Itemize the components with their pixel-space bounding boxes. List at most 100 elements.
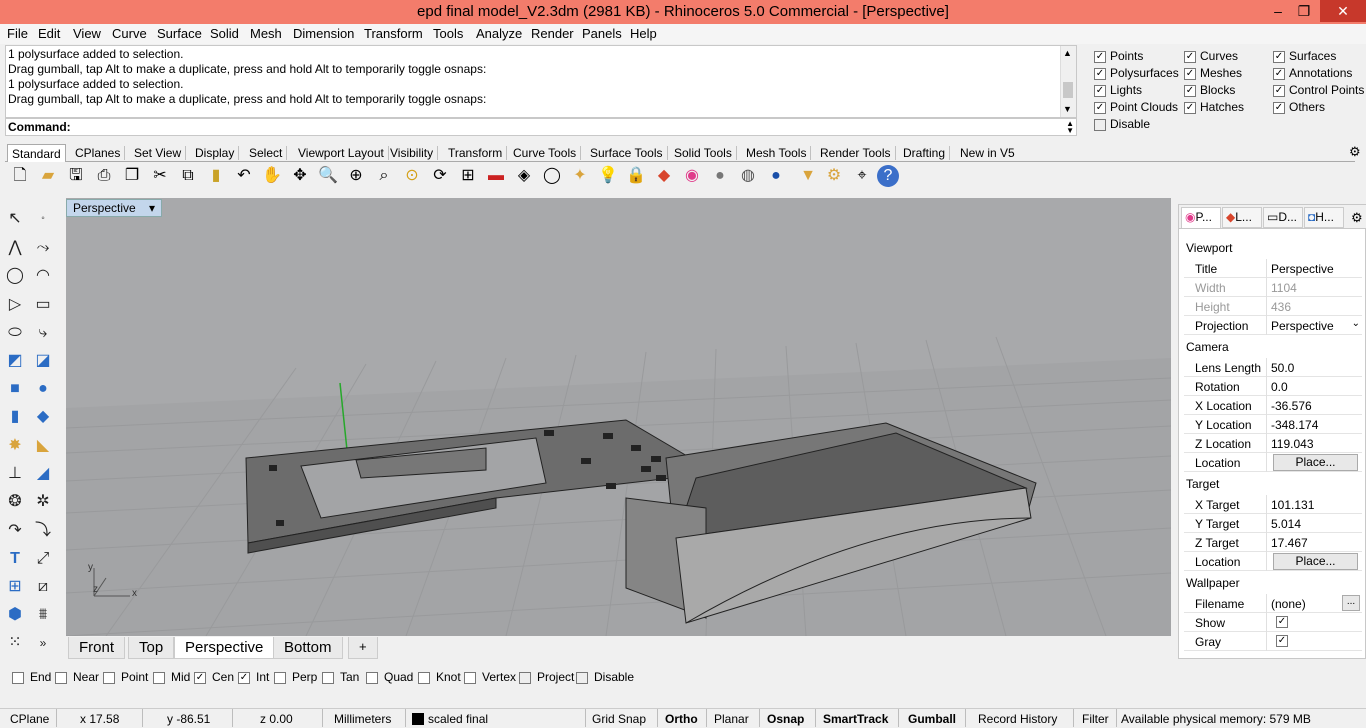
checkbox-icon[interactable] [322,671,334,684]
checkbox-icon[interactable] [576,671,588,684]
tab-perspective[interactable]: Perspective [174,637,275,659]
help-icon[interactable]: ? [877,165,899,187]
fillet-icon[interactable]: ⤷ [31,321,55,345]
tab-select[interactable]: Select [245,146,288,160]
sphere-shaded-icon[interactable]: ◍ [737,165,759,187]
tab-set-view[interactable]: Set View [130,146,187,160]
command-line[interactable]: Command: ▲ ▼ [5,118,1077,136]
menu-view[interactable]: View [73,26,101,41]
ortho-toggle[interactable]: Ortho [665,712,698,726]
copy-icon[interactable]: ⧉ [177,165,199,187]
lock-icon[interactable]: 🔒 [625,165,647,187]
zoom-icon[interactable]: 🔍 [317,165,339,187]
text-icon[interactable]: T [3,547,27,571]
menu-panels[interactable]: Panels [582,26,622,41]
tab-display[interactable]: ▭D... [1263,207,1303,228]
rectangle-icon[interactable]: ▷ [3,293,27,317]
osnap-int[interactable]: ✓ Int [238,670,269,684]
osnap-icon[interactable]: ▼ [797,165,819,187]
prop-value[interactable]: 17.467 [1271,536,1308,550]
tab-properties[interactable]: ◉P... [1181,207,1221,228]
boolean-icon[interactable]: ❂ [3,490,27,514]
planar-toggle[interactable]: Planar [714,712,749,726]
osnap-disable[interactable]: Disable [576,670,634,684]
browse-button[interactable]: ... [1342,595,1360,611]
osnap-end[interactable]: End [12,670,51,684]
gumball-icon[interactable]: ⌖ [851,165,873,187]
viewport-menu-icon[interactable]: ▾ [149,201,155,215]
prop-value[interactable]: 119.043 [1271,437,1314,451]
tab-mesh-tools[interactable]: Mesh Tools [742,146,812,160]
block-icon[interactable]: ⬢ [3,603,27,627]
status-cplane[interactable]: CPlane [10,712,49,726]
perspective-viewport[interactable]: y x z [66,198,1171,636]
tab-new-in-v5[interactable]: New in V5 [956,146,1019,160]
checkbox-icon[interactable]: ✓ [238,671,250,684]
osnap-cen[interactable]: ✓ Cen [194,670,234,684]
filter-blocks[interactable]: ✓ Blocks [1184,83,1235,97]
filter-points[interactable]: ✓ Points [1094,49,1143,63]
filter-curves[interactable]: ✓ Curves [1184,49,1238,63]
checkbox-icon[interactable] [274,671,286,684]
filter-point-clouds[interactable]: ✓ Point Clouds [1094,100,1178,114]
checkbox-icon[interactable]: ✓ [194,671,206,684]
osnap-vertex[interactable]: Vertex [464,670,516,684]
prop-value[interactable]: -348.174 [1271,418,1318,432]
hatch-icon[interactable]: ⩩ [31,603,55,627]
zoom-selected-icon[interactable]: ⊙ [401,165,423,187]
target-place-button[interactable]: Place... [1273,553,1358,570]
filter-meshes[interactable]: ✓ Meshes [1184,66,1242,80]
tab-bottom[interactable]: Bottom [273,637,343,659]
pan-icon[interactable]: ✋ [261,165,283,187]
rotate-view-icon[interactable]: ⟳ [429,165,451,187]
tab-top[interactable]: Top [128,637,175,659]
projection-select[interactable]: Perspective [1271,319,1334,333]
osnap-tan[interactable]: Tan [322,670,359,684]
osnap-point[interactable]: Point [103,670,148,684]
undo-icon[interactable]: ↶ [233,165,255,187]
minimize-button[interactable]: – [1264,0,1292,22]
filter-lights[interactable]: ✓ Lights [1094,83,1142,97]
checkbox-icon[interactable]: ✓ [1273,101,1285,114]
osnap-knot[interactable]: Knot [418,670,461,684]
tab-viewport-layout[interactable]: Viewport Layout [294,146,389,160]
tab-help[interactable]: ◘H... [1304,207,1344,228]
layer-icon[interactable]: ◆ [653,165,675,187]
record-history-toggle[interactable]: Record History [978,712,1057,726]
lightbulb-icon[interactable]: 💡 [597,165,619,187]
prop-value[interactable]: 50.0 [1271,361,1294,375]
mesh-icon[interactable]: ◆ [31,405,55,429]
tab-drafting[interactable]: Drafting [899,146,951,160]
grid-snap-toggle[interactable]: Grid Snap [592,712,646,726]
scroll-thumb[interactable] [1063,82,1073,98]
gumball-toggle[interactable]: Gumball [908,712,956,726]
status-layer[interactable]: scaled final [428,712,488,726]
surface-icon[interactable]: ◩ [3,349,27,373]
sphere-gray-icon[interactable]: ● [709,165,731,187]
ellipse-icon[interactable]: ⬭ [3,321,27,345]
move-view-icon[interactable]: ✥ [289,165,311,187]
checkbox-icon[interactable] [366,671,378,684]
menu-solid[interactable]: Solid [210,26,239,41]
more-icon[interactable]: » [31,631,55,655]
scroll-down-icon[interactable]: ▼ [1063,104,1072,114]
new-icon[interactable]: 🗋 [9,165,31,187]
select-arrow-icon[interactable]: ↖ [3,207,27,231]
menu-edit[interactable]: Edit [38,26,60,41]
menu-curve[interactable]: Curve [112,26,147,41]
menu-surface[interactable]: Surface [157,26,202,41]
scroll-up-icon[interactable]: ▲ [1063,48,1072,58]
camera-place-button[interactable]: Place... [1273,454,1358,471]
checkbox-icon[interactable]: ✓ [1184,50,1196,63]
tab-cplanes[interactable]: CPlanes [71,146,126,160]
osnap-quad[interactable]: Quad [366,670,413,684]
zoom-extents-icon[interactable]: ⌕ [373,165,395,187]
tab-render-tools[interactable]: Render Tools [816,146,896,160]
checkbox-icon[interactable]: ✓ [1184,101,1196,114]
grid-icon[interactable]: ⁙ [3,631,27,655]
history-scrollbar[interactable]: ▲ ▼ [1060,46,1076,117]
array-icon[interactable]: ⊞ [3,575,27,599]
menu-transform[interactable]: Transform [364,26,423,41]
print-icon[interactable]: ⎙ [93,165,115,187]
checkbox-icon[interactable] [1094,118,1106,131]
